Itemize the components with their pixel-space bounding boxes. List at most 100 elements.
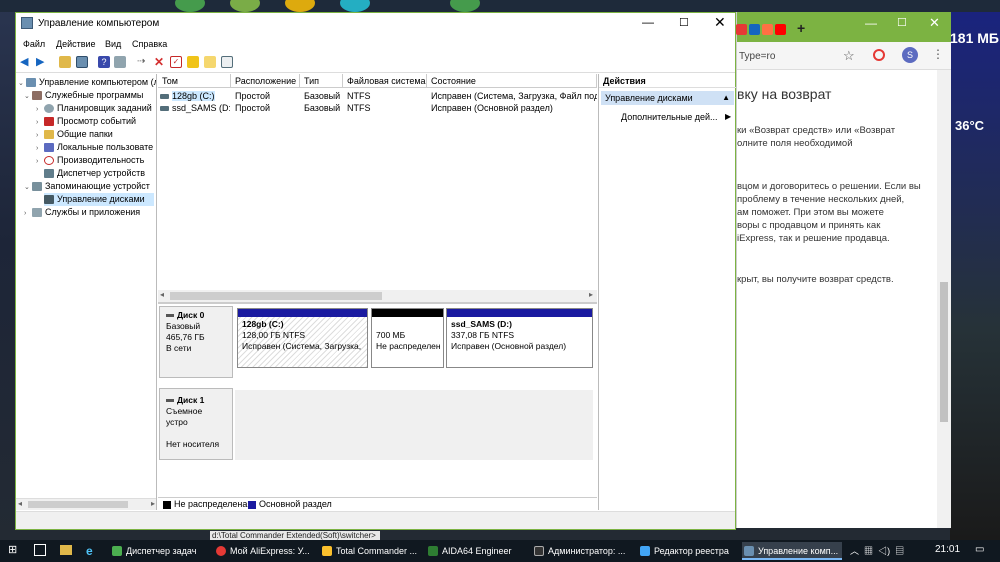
total-commander-icon <box>322 546 332 556</box>
desktop-icon[interactable] <box>450 0 480 12</box>
tree-item-storage[interactable]: ⌄ Запоминающие устройст <box>24 180 150 193</box>
actions-more[interactable]: Дополнительные дей... ▶ <box>621 110 731 124</box>
network-icon[interactable]: ▦ <box>864 546 873 556</box>
desktop-icon[interactable] <box>340 0 370 12</box>
scroll-right-icon[interactable]: ▸ <box>151 499 155 508</box>
edge-icon[interactable]: e <box>86 544 93 558</box>
chevron-right-icon[interactable]: › <box>24 207 32 220</box>
menu-action[interactable]: Действие <box>56 39 96 49</box>
chevron-down-icon[interactable]: ⌄ <box>24 181 32 194</box>
tree-item-performance[interactable]: › Производительность <box>36 154 144 167</box>
maximize-icon[interactable]: ☐ <box>897 16 907 29</box>
desktop-icon[interactable] <box>285 0 315 12</box>
tree-item-services[interactable]: › Службы и приложения <box>24 206 140 219</box>
tray-up-icon[interactable]: ︿ <box>850 546 859 556</box>
youtube-icon[interactable] <box>775 24 786 35</box>
taskbar-item[interactable]: AIDA64 Engineer <box>426 542 526 560</box>
computer-management-window[interactable]: Управление компьютером — ☐ ✕ Файл Действ… <box>15 12 736 530</box>
tree-item-disk-management[interactable]: Управление дисками <box>44 193 154 206</box>
column-header-filesystem[interactable]: Файловая система <box>343 74 427 88</box>
extension-icon[interactable] <box>749 24 760 35</box>
extension-icon[interactable] <box>762 24 773 35</box>
column-header-volume[interactable]: Том <box>158 74 231 88</box>
table-row[interactable]: 128gb (C:) <box>160 90 230 102</box>
partition-d[interactable]: ssd_SAMS (D:) 337,08 ГБ NTFS Исправен (О… <box>446 308 593 368</box>
tree-item-device-manager[interactable]: Диспетчер устройств <box>44 167 145 180</box>
browser-scroll-thumb[interactable] <box>940 282 948 422</box>
delete-icon[interactable]: ✕ <box>154 56 166 68</box>
close-icon[interactable]: ✕ <box>929 15 940 31</box>
profile-avatar[interactable]: S <box>902 47 918 63</box>
tree-label: Службы и приложения <box>45 207 141 217</box>
scroll-left-icon[interactable]: ◂ <box>18 499 22 508</box>
help-icon[interactable]: ? <box>98 56 110 68</box>
menu-file[interactable]: Файл <box>23 39 45 49</box>
tree-item-event-viewer[interactable]: › Просмотр событий <box>36 115 136 128</box>
volume-horizontal-scrollbar[interactable]: ◂ ▸ <box>158 290 597 302</box>
explorer-icon[interactable] <box>60 545 72 555</box>
minimize-icon[interactable]: — <box>642 15 654 29</box>
minimize-icon[interactable]: — <box>865 16 877 30</box>
show-tree-icon[interactable] <box>76 56 88 68</box>
tree-item-local-users[interactable]: › Локальные пользовате <box>36 141 153 154</box>
chevron-down-icon[interactable]: ⌄ <box>24 90 32 103</box>
column-header-type[interactable]: Тип <box>300 74 343 88</box>
partition-name: 128gb (C:) <box>242 319 284 329</box>
open-icon[interactable] <box>187 56 199 68</box>
column-header-status[interactable]: Состояние <box>427 74 597 88</box>
taskbar-item[interactable]: Total Commander ... <box>320 542 420 560</box>
desktop-icon[interactable] <box>175 0 205 12</box>
partition-c[interactable]: 128gb (C:) 128,00 ГБ NTFS Исправен (Сист… <box>237 308 368 368</box>
back-icon[interactable]: ◀ <box>20 56 32 68</box>
windows-start-icon[interactable]: ⊞ <box>8 544 20 556</box>
taskbar-item-active[interactable]: Управление комп... <box>742 542 842 560</box>
clock[interactable]: 21:01 <box>935 544 960 555</box>
browser-menu-icon[interactable]: ⋮ <box>932 47 944 61</box>
url-text[interactable]: Type=ro <box>739 51 775 62</box>
taskbar-item[interactable]: Диспетчер задач <box>110 542 210 560</box>
tree-root[interactable]: ⌄ Управление компьютером (л <box>18 76 156 89</box>
taskbar-item[interactable]: Администратор: ... <box>532 542 632 560</box>
view-icon[interactable] <box>221 56 233 68</box>
scroll-left-icon[interactable]: ◂ <box>160 290 164 299</box>
connect-icon[interactable]: ⇢ <box>137 56 149 68</box>
tree-item-system-tools[interactable]: ⌄ Служебные программы <box>24 89 143 102</box>
task-view-icon[interactable] <box>34 544 46 556</box>
maximize-icon[interactable]: ☐ <box>679 16 689 29</box>
column-header-layout[interactable]: Расположение <box>231 74 300 88</box>
taskbar-item[interactable]: Редактор реестра <box>638 542 738 560</box>
collapse-icon[interactable]: ▲ <box>722 91 730 105</box>
scroll-thumb[interactable] <box>170 292 382 300</box>
opera-extension-icon[interactable] <box>873 49 885 61</box>
search-folder-icon[interactable] <box>204 56 216 68</box>
window-titlebar[interactable]: Управление компьютером — ☐ ✕ <box>16 13 735 35</box>
actions-disk-management[interactable]: Управление дисками ▲ <box>601 91 734 105</box>
properties-icon[interactable] <box>114 56 126 68</box>
tree-item-task-scheduler[interactable]: › Планировщик заданий <box>36 102 152 115</box>
volume-icon[interactable]: ◁) <box>878 546 890 556</box>
menu-help[interactable]: Справка <box>132 39 167 49</box>
disk-1-label[interactable]: Диск 1 Съемное устро Нет носителя <box>159 388 233 460</box>
check-icon[interactable]: ✓ <box>170 56 182 68</box>
tree-horizontal-scrollbar[interactable]: ◂ ▸ <box>16 498 156 510</box>
browser-window[interactable]: + — ☐ ✕ Type=ro ☆ S ⋮ вку на возврат ки … <box>736 12 951 528</box>
partition-unallocated[interactable]: 700 МБ Не распределен <box>371 308 444 368</box>
bookmark-star-icon[interactable]: ☆ <box>843 48 855 64</box>
language-icon[interactable]: ▤ <box>895 546 904 556</box>
menu-bar: Файл Действие Вид Справка <box>16 35 735 53</box>
menu-view[interactable]: Вид <box>105 39 121 49</box>
table-row[interactable]: ssd_SAMS (D:) <box>160 102 230 114</box>
scroll-thumb[interactable] <box>28 501 128 508</box>
close-icon[interactable]: ✕ <box>714 14 726 31</box>
notification-icon[interactable]: ▭ <box>975 544 987 556</box>
disk-0-label[interactable]: Диск 0 Базовый 465,76 ГБ В сети <box>159 306 233 378</box>
scroll-right-icon[interactable]: ▸ <box>589 290 593 299</box>
extension-icon[interactable] <box>736 24 747 35</box>
taskbar-item[interactable]: Мой AliExpress: У... <box>214 542 314 560</box>
browser-address-bar[interactable]: Type=ro ☆ S ⋮ <box>737 42 951 70</box>
chevron-right-icon[interactable]: › <box>36 155 44 168</box>
desktop-icon[interactable] <box>230 0 260 12</box>
tree-item-shared-folders[interactable]: › Общие папки <box>36 128 113 141</box>
folder-up-icon[interactable] <box>59 56 71 68</box>
forward-icon[interactable]: ▶ <box>36 56 48 68</box>
